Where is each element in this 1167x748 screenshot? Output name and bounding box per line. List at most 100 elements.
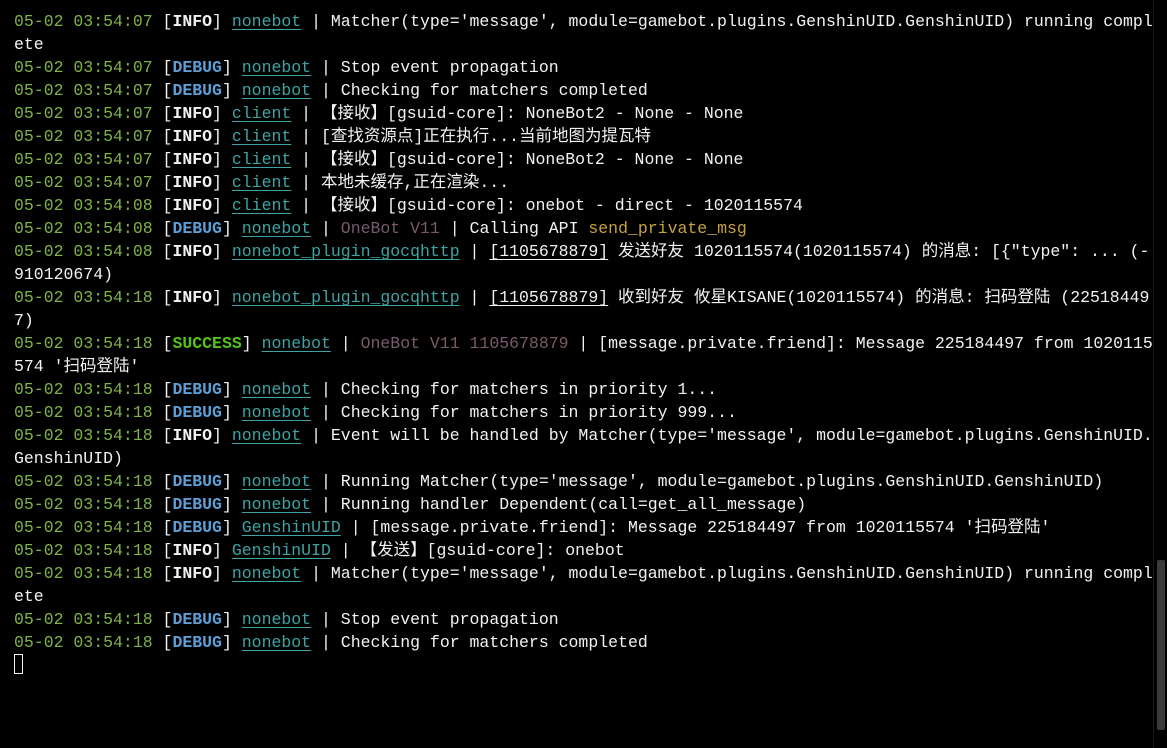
log-level: DEBUG [172,518,222,537]
log-module: nonebot [241,58,312,77]
log-segment-msg: Calling API [469,219,589,238]
log-module: client [231,173,292,192]
log-module: nonebot [241,380,312,399]
log-level: DEBUG [172,495,222,514]
log-line: 05-02 03:54:08 [INFO] nonebot_plugin_goc… [14,242,1150,284]
vertical-scrollbar[interactable] [1153,0,1167,748]
log-line: 05-02 03:54:08 [INFO] client | 【接收】[gsui… [14,196,803,215]
log-module: nonebot [231,564,302,583]
log-module: client [231,150,292,169]
log-level: INFO [172,104,213,123]
log-line: 05-02 03:54:18 [INFO] nonebot | Event wi… [14,426,1153,468]
log-timestamp: 05-02 03:54:07 [14,58,153,77]
log-segment-msg: Running Matcher(type='message', module=g… [340,472,1104,491]
log-module: client [231,104,292,123]
log-level: DEBUG [172,219,222,238]
log-timestamp: 05-02 03:54:07 [14,127,153,146]
log-timestamp: 05-02 03:54:18 [14,472,153,491]
log-level: DEBUG [172,81,222,100]
log-level: INFO [172,12,213,31]
log-segment-msg: Running handler Dependent(call=get_all_m… [340,495,807,514]
log-line: 05-02 03:54:18 [SUCCESS] nonebot | OneBo… [14,334,1153,376]
terminal-output[interactable]: 05-02 03:54:07 [INFO] nonebot | Matcher(… [0,0,1153,748]
log-level: DEBUG [172,633,222,652]
log-timestamp: 05-02 03:54:08 [14,242,153,261]
log-segment-msg: 【接收】[gsuid-core]: NoneBot2 - None - None [321,150,744,169]
log-segment-msg: 【接收】[gsuid-core]: onebot - direct - 1020… [321,196,803,215]
log-timestamp: 05-02 03:54:18 [14,564,153,583]
log-module: GenshinUID [241,518,341,537]
log-line: 05-02 03:54:07 [DEBUG] nonebot | Checkin… [14,81,648,100]
log-line: 05-02 03:54:07 [INFO] client | 【接收】[gsui… [14,104,744,123]
scrollbar-thumb[interactable] [1157,560,1165,730]
log-line: 05-02 03:54:18 [INFO] GenshinUID | 【发送】[… [14,541,625,560]
log-level: SUCCESS [172,334,242,353]
log-line: 05-02 03:54:07 [INFO] client | 【接收】[gsui… [14,150,744,169]
log-line: 05-02 03:54:18 [INFO] nonebot_plugin_goc… [14,288,1150,330]
log-line: 05-02 03:54:18 [DEBUG] nonebot | Running… [14,472,1104,491]
log-level: DEBUG [172,403,222,422]
log-line: 05-02 03:54:18 [DEBUG] nonebot | Checkin… [14,380,718,399]
log-module: nonebot [241,633,312,652]
log-level: INFO [172,242,213,261]
log-timestamp: 05-02 03:54:07 [14,173,153,192]
log-timestamp: 05-02 03:54:18 [14,334,153,353]
log-segment-msg: 【接收】[gsuid-core]: NoneBot2 - None - None [321,104,744,123]
log-module: nonebot [241,219,312,238]
log-module: nonebot_plugin_gocqhttp [231,288,460,307]
log-level: INFO [172,564,213,583]
log-level: DEBUG [172,472,222,491]
log-segment-msg: Checking for matchers in priority 1... [340,380,718,399]
log-timestamp: 05-02 03:54:18 [14,495,153,514]
log-segment-msg: Checking for matchers completed [340,633,648,652]
log-timestamp: 05-02 03:54:18 [14,541,153,560]
log-timestamp: 05-02 03:54:07 [14,104,153,123]
log-timestamp: 05-02 03:54:18 [14,518,153,537]
log-segment-sep: | [568,334,599,353]
log-timestamp: 05-02 03:54:07 [14,81,153,100]
log-module: nonebot [241,472,312,491]
log-line: 05-02 03:54:18 [DEBUG] GenshinUID | [mes… [14,518,1051,537]
log-level: INFO [172,127,213,146]
log-module: nonebot_plugin_gocqhttp [231,242,460,261]
log-level: INFO [172,426,213,445]
log-module: nonebot [231,12,302,31]
log-segment-msg: Stop event propagation [340,610,559,629]
log-segment-msg: [message.private.friend]: Message 225184… [370,518,1051,537]
log-segment-sep: | [439,219,470,238]
log-timestamp: 05-02 03:54:18 [14,426,153,445]
log-segment-msg: Checking for matchers in priority 999... [340,403,737,422]
log-line: 05-02 03:54:07 [DEBUG] nonebot | Stop ev… [14,58,559,77]
log-segment-api: send_private_msg [588,219,747,238]
log-timestamp: 05-02 03:54:18 [14,288,153,307]
log-line: 05-02 03:54:07 [INFO] client | 本地未缓存,正在渲… [14,173,510,192]
log-line: 05-02 03:54:18 [DEBUG] nonebot | Checkin… [14,633,648,652]
log-segment-adapter: OneBot V11 1105678879 [360,334,569,353]
log-module: nonebot [241,403,312,422]
log-level: INFO [172,150,213,169]
log-module: client [231,127,292,146]
log-line: 05-02 03:54:07 [INFO] client | [查找资源点]正在… [14,127,652,146]
log-line: 05-02 03:54:18 [DEBUG] nonebot | Checkin… [14,403,737,422]
log-segment-qq: [1105678879] [489,288,609,307]
log-segment-qq: [1105678879] [489,242,609,261]
log-level: INFO [172,196,213,215]
log-module: nonebot [241,495,312,514]
log-module: nonebot [241,81,312,100]
log-line: 05-02 03:54:08 [DEBUG] nonebot | OneBot … [14,219,747,238]
log-module: nonebot [241,610,312,629]
log-module: nonebot [231,426,302,445]
log-segment-adapter: OneBot V11 [340,219,440,238]
log-line: 05-02 03:54:18 [DEBUG] nonebot | Running… [14,495,807,514]
text-cursor [14,654,23,674]
log-segment-msg: [查找资源点]正在执行...当前地图为提瓦特 [321,127,652,146]
log-module: nonebot [261,334,331,353]
log-timestamp: 05-02 03:54:08 [14,196,153,215]
log-segment-msg: 本地未缓存,正在渲染... [321,173,510,192]
log-segment-msg: 【发送】[gsuid-core]: onebot [360,541,625,560]
log-timestamp: 05-02 03:54:18 [14,610,153,629]
log-module: GenshinUID [231,541,331,560]
log-module: client [231,196,292,215]
log-timestamp: 05-02 03:54:08 [14,219,153,238]
log-segment-msg: Stop event propagation [340,58,559,77]
